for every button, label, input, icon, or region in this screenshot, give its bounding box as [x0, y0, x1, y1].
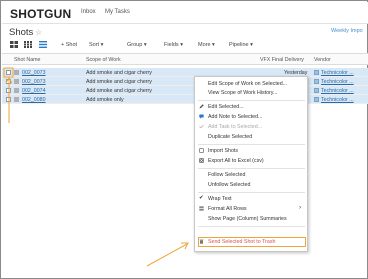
annotation-arrows	[3, 67, 189, 267]
app-window: SHOTGUN Inbox My Tasks Shots ☆ Weekly Im…	[0, 0, 368, 279]
